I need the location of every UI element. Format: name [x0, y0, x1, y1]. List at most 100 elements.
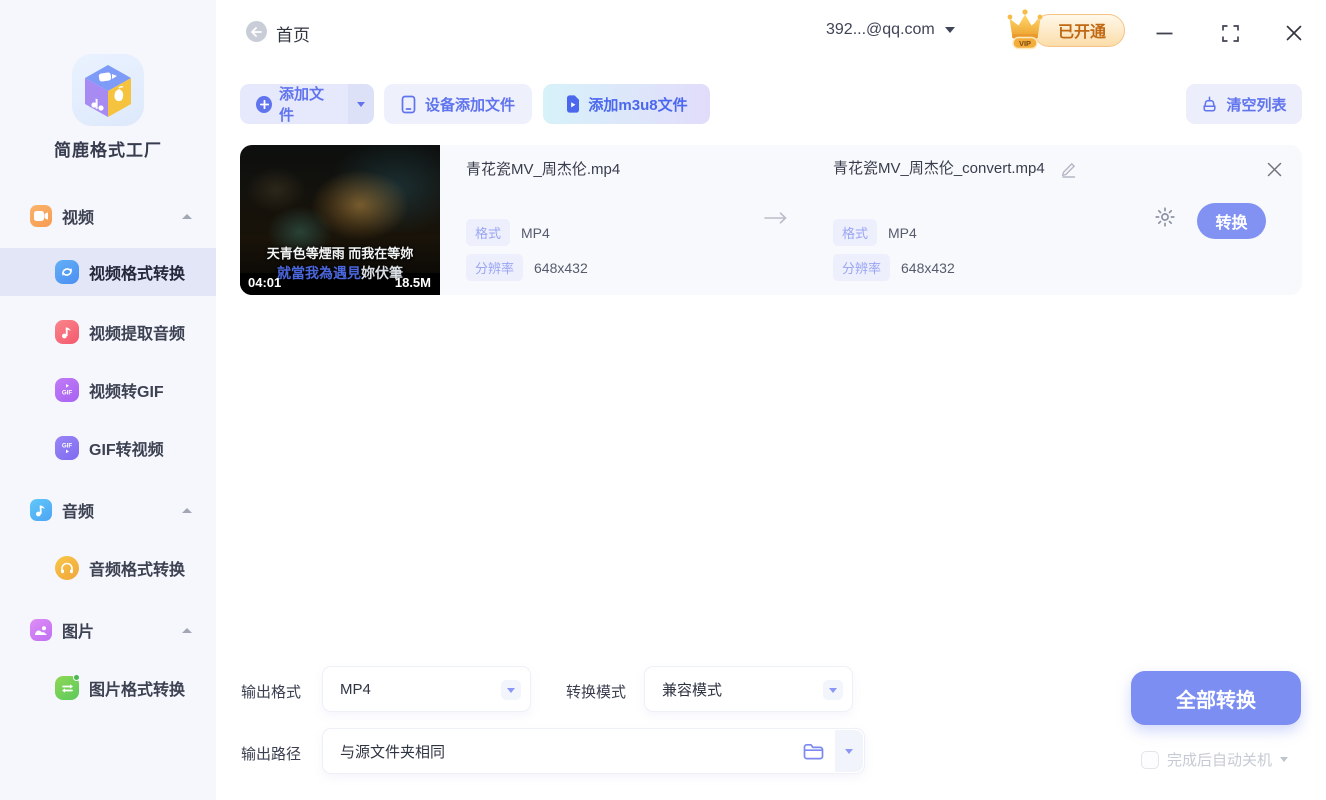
video-convert-icon: [55, 260, 79, 284]
edit-filename-button[interactable]: [1060, 161, 1077, 183]
sidebar-item-image-convert[interactable]: 图片格式转换: [0, 664, 216, 712]
image-icon: [30, 619, 52, 641]
sidebar-group-image[interactable]: 图片: [0, 610, 216, 650]
svg-text:VIP: VIP: [1019, 39, 1031, 48]
sidebar-item-label: 视频转GIF: [89, 384, 164, 401]
collapse-up-icon[interactable]: [182, 627, 192, 633]
minimize-icon: [1156, 32, 1172, 34]
format-tag: 格式: [466, 219, 511, 246]
cube-logo-icon: [85, 65, 131, 117]
chevron-down-icon[interactable]: [1280, 757, 1289, 762]
add-m3u8-label: 添加m3u8文件: [588, 96, 688, 114]
sidebar-item-video-convert[interactable]: 视频格式转换: [0, 248, 216, 296]
sidebar-item-label: GIF转视频: [89, 442, 164, 459]
shutdown-option: 完成后自动关机: [1141, 749, 1289, 770]
browse-folder-button[interactable]: [803, 743, 824, 765]
select-caret: [823, 680, 843, 700]
add-m3u8-button[interactable]: 添加m3u8文件: [543, 84, 710, 124]
output-path-value: 与源文件夹相同: [340, 743, 446, 761]
row-settings-button[interactable]: [1153, 205, 1177, 234]
close-icon: [1267, 162, 1282, 177]
app-title: 简鹿格式工厂: [54, 141, 162, 160]
chevron-down-icon: [845, 748, 853, 754]
plus-icon: [256, 95, 272, 113]
vip-badge[interactable]: VIP 已开通: [1003, 9, 1126, 50]
output-format-row: 格式 MP4: [833, 219, 917, 246]
back-arrow-icon: [251, 26, 262, 37]
sidebar-item-audio-convert[interactable]: 音频格式转换: [0, 544, 216, 592]
clear-list-label: 清空列表: [1226, 96, 1287, 114]
sidebar-group-label: 图片: [62, 624, 95, 641]
resolution-value: 648x432: [534, 259, 588, 276]
resolution-value: 648x432: [901, 259, 955, 276]
clear-list-button[interactable]: 清空列表: [1186, 84, 1302, 124]
shutdown-checkbox[interactable]: [1141, 750, 1159, 769]
convert-all-label: 全部转换: [1176, 689, 1256, 712]
add-file-dropdown[interactable]: [347, 84, 374, 124]
remove-file-button[interactable]: [1267, 162, 1282, 182]
convert-mode-value: 兼容模式: [662, 681, 723, 699]
subtitle-line1: 天青色等煙雨 而我在等妳: [266, 246, 414, 261]
path-dropdown[interactable]: [835, 730, 863, 772]
close-window-button[interactable]: [1281, 20, 1307, 46]
format-value: MP4: [521, 224, 550, 241]
sidebar-item-label: 图片格式转换: [89, 682, 186, 699]
sidebar: 简鹿格式工厂 视频 视频格式转换 视频提取音频 GIF 视频转GIF GIF G…: [0, 0, 216, 800]
folder-icon: [803, 743, 824, 760]
audio-icon: [30, 499, 52, 521]
format-value: MP4: [888, 224, 917, 241]
convert-mode-select[interactable]: 兼容模式: [644, 666, 853, 712]
sidebar-item-label: 音频格式转换: [89, 562, 186, 579]
account-menu[interactable]: 392...@qq.com: [826, 21, 955, 39]
sidebar-item-label: 视频提取音频: [89, 326, 186, 343]
sidebar-item-extract-audio[interactable]: 视频提取音频: [0, 308, 216, 356]
pencil-icon: [1061, 162, 1076, 178]
close-icon: [1286, 25, 1302, 41]
sidebar-group-label: 音频: [62, 504, 95, 521]
app-window: 简鹿格式工厂 视频 视频格式转换 视频提取音频 GIF 视频转GIF GIF G…: [0, 0, 1326, 800]
maximize-icon: [1221, 24, 1239, 42]
gif-icon: GIF: [55, 378, 79, 402]
select-caret: [501, 680, 521, 700]
svg-text:GIF: GIF: [62, 443, 73, 450]
gear-icon: [1155, 207, 1175, 227]
resolution-tag: 分辨率: [833, 254, 891, 281]
page-title: 首页: [276, 26, 310, 45]
sidebar-group-video[interactable]: 视频: [0, 196, 216, 236]
video-icon: [30, 205, 52, 227]
output-path-label: 输出路径: [241, 746, 302, 763]
add-file-label: 添加文件: [279, 86, 325, 124]
output-path-input[interactable]: 与源文件夹相同: [322, 728, 865, 774]
output-filename: 青花瓷MV_周杰伦_convert.mp4: [833, 160, 1045, 177]
sidebar-group-label: 视频: [62, 210, 95, 227]
chevron-down-icon: [356, 101, 365, 107]
convert-button[interactable]: 转换: [1197, 203, 1266, 239]
crown-icon: VIP: [1007, 9, 1043, 50]
video-size: 18.5M: [394, 275, 431, 290]
add-file-button[interactable]: 添加文件: [240, 84, 374, 124]
output-format-label: 输出格式: [241, 684, 302, 701]
svg-text:GIF: GIF: [62, 390, 73, 397]
maximize-button[interactable]: [1217, 20, 1243, 46]
video-thumbnail[interactable]: 天青色等煙雨 而我在等妳 就當我為遇見妳伏筆 04:01 18.5M: [240, 145, 440, 295]
file-row: 天青色等煙雨 而我在等妳 就當我為遇見妳伏筆 04:01 18.5M 青花瓷MV…: [240, 145, 1302, 295]
add-from-device-button[interactable]: 设备添加文件: [384, 84, 532, 124]
convert-mode-label: 转换模式: [566, 684, 627, 701]
back-button[interactable]: [246, 21, 267, 42]
sidebar-item-video-to-gif[interactable]: GIF 视频转GIF: [0, 366, 216, 414]
collapse-up-icon[interactable]: [182, 213, 192, 219]
sidebar-item-label: 视频格式转换: [89, 266, 186, 283]
account-email: 392...@qq.com: [826, 21, 935, 38]
collapse-up-icon[interactable]: [182, 507, 192, 513]
chevron-down-icon: [829, 687, 837, 693]
output-format-select[interactable]: MP4: [322, 666, 531, 712]
sidebar-item-gif-to-video[interactable]: GIF GIF转视频: [0, 424, 216, 472]
video-duration: 04:01: [248, 275, 282, 290]
output-resolution-row: 分辨率 648x432: [833, 254, 955, 281]
convert-all-button[interactable]: 全部转换: [1131, 671, 1301, 725]
sidebar-group-audio[interactable]: 音频: [0, 490, 216, 530]
minimize-button[interactable]: [1151, 20, 1177, 46]
chevron-down-icon: [507, 687, 515, 693]
image-convert-icon: [55, 674, 80, 700]
format-tag: 格式: [833, 219, 878, 246]
